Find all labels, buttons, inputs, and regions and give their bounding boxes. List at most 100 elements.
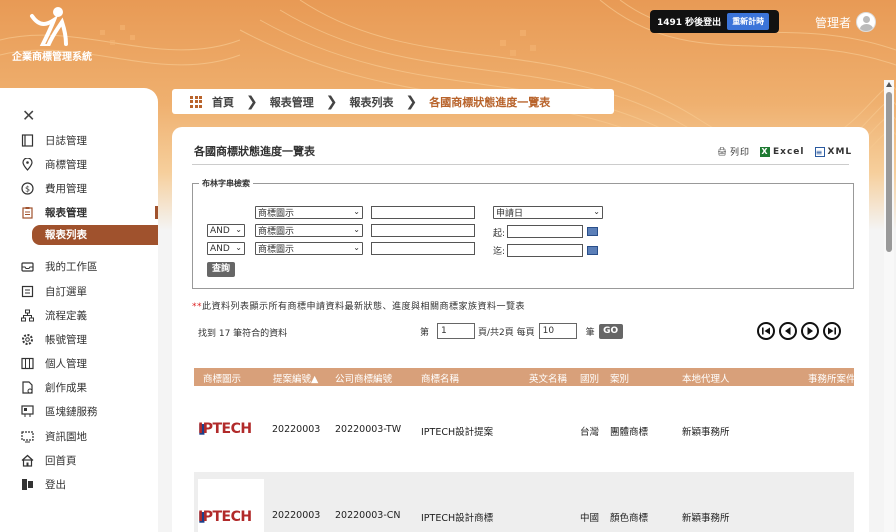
- cell-proposal-no: 20220003: [272, 424, 321, 435]
- column-company-no[interactable]: 公司商標編號: [335, 371, 392, 385]
- scroll-up-icon[interactable]: [886, 82, 892, 87]
- column-firm-case[interactable]: 事務所案件: [808, 371, 856, 385]
- renew-session-button[interactable]: 重新計時: [727, 13, 770, 30]
- user-menu[interactable]: 管理者: [815, 12, 877, 32]
- page-title: 各國商標狀態進度一覽表: [194, 145, 315, 158]
- pin-icon: [20, 157, 34, 171]
- keyword-input-2[interactable]: [371, 224, 475, 237]
- gear-icon: [20, 332, 34, 346]
- keyword-input-1[interactable]: [371, 206, 475, 219]
- sidebar-item-account[interactable]: 帳號管理: [0, 327, 158, 351]
- operator-select-3[interactable]: AND ⌄: [207, 242, 245, 255]
- apps-grid-icon: [190, 95, 202, 108]
- first-page-icon[interactable]: [757, 322, 775, 340]
- title-divider: [192, 164, 849, 165]
- cell-country: 中國: [580, 513, 600, 524]
- breadcrumb-report-management[interactable]: 報表管理: [270, 94, 314, 110]
- sidebar-item-label: 帳號管理: [45, 333, 87, 346]
- calendar-icon[interactable]: [587, 246, 598, 255]
- date-field-select[interactable]: 申請日 ⌄: [493, 206, 603, 219]
- breadcrumb-report-list[interactable]: 報表列表: [349, 94, 393, 110]
- sidebar-item-log[interactable]: 日誌管理: [0, 128, 158, 152]
- page-suffix: 頁/共2頁 每頁: [478, 327, 535, 338]
- chevron-down-icon: ⌄: [593, 207, 600, 216]
- logo-mark-icon: [30, 7, 68, 46]
- field-select-3-value: 商標圖示: [258, 245, 295, 255]
- sidebar-item-report[interactable]: 報表管理: [0, 201, 158, 225]
- excel-export-button[interactable]: X Excel: [760, 145, 804, 158]
- sidebar-item-logout[interactable]: 登出: [0, 472, 158, 496]
- previous-page-icon[interactable]: [779, 322, 797, 340]
- sidebar-item-fee[interactable]: $ 費用管理: [0, 176, 158, 200]
- sidebar-item-personal[interactable]: 個人管理: [0, 352, 158, 376]
- sidebar-subitem-report-list[interactable]: 報表列表: [32, 224, 158, 245]
- sidebar-item-home[interactable]: 回首頁: [0, 448, 158, 472]
- next-page-icon[interactable]: [801, 322, 819, 340]
- dollar-icon: $: [20, 181, 34, 195]
- date-from-input[interactable]: [507, 225, 583, 238]
- column-case-type[interactable]: 案別: [610, 371, 629, 385]
- cell-name[interactable]: IPTECH設計提案: [421, 424, 493, 438]
- home-icon: [20, 453, 34, 467]
- page-scrollbar[interactable]: [884, 80, 894, 532]
- last-page-icon[interactable]: [823, 322, 841, 340]
- logout-icon: [20, 478, 34, 492]
- table-row[interactable]: ▮ IPTECH 20220003 20220003-CN IPTECH設計商標 …: [194, 472, 854, 532]
- field-select-3[interactable]: 商標圖示 ⌄: [255, 242, 363, 255]
- calendar-icon[interactable]: [587, 227, 598, 236]
- sidebar-item-workspace[interactable]: 我的工作區: [0, 255, 158, 279]
- sidebar-item-label: 費用管理: [45, 182, 87, 195]
- table-header: 商標圖示 提案編號▲ 公司商標編號 商標名稱 英文名稱 國別 案別 本地代理人 …: [194, 368, 856, 386]
- date-to-input[interactable]: [507, 244, 583, 257]
- scrollbar-thumb[interactable]: [886, 92, 892, 252]
- column-agent[interactable]: 本地代理人: [682, 371, 730, 385]
- sidebar-item-label: 區塊鏈服務: [45, 406, 98, 419]
- query-button[interactable]: 查詢: [207, 262, 235, 277]
- report-panel: 各國商標狀態進度一覽表 🖨 列印 X Excel ≡ XML 布林字串檢索 商標…: [172, 127, 869, 532]
- sidebar: ✕ 日誌管理 商標管理 $ 費用管理 報表管理 報表列表 我的工作區 自訂選單 …: [0, 88, 158, 532]
- column-country[interactable]: 國別: [580, 371, 599, 385]
- sidebar-item-flow[interactable]: 流程定義: [0, 303, 158, 327]
- xml-export-button[interactable]: ≡ XML: [814, 145, 853, 158]
- keyword-input-3[interactable]: [371, 242, 475, 255]
- list-note: **此資料列表顯示所有商標申請資料最新狀態、進度與相關商標家族資料一覽表: [192, 299, 525, 312]
- column-logo[interactable]: 商標圖示: [203, 371, 241, 385]
- chevron-down-icon: ⌄: [353, 207, 360, 216]
- sidebar-item-creation[interactable]: 創作成果: [0, 376, 158, 400]
- page-number-input[interactable]: 1: [437, 323, 476, 339]
- sidebar-item-info[interactable]: 資訊園地: [0, 424, 158, 448]
- operator-select-2[interactable]: AND ⌄: [207, 224, 245, 237]
- field-select-1[interactable]: 商標圖示 ⌄: [255, 206, 363, 219]
- document-icon: [20, 381, 34, 395]
- user-name: 管理者: [815, 15, 852, 30]
- chevron-down-icon: ⌄: [353, 243, 360, 252]
- print-label: 列印: [730, 148, 751, 158]
- column-name[interactable]: 商標名稱: [421, 371, 459, 385]
- logo-text: 企業商標管理系統: [12, 52, 92, 63]
- per-page-input[interactable]: 10: [538, 323, 577, 339]
- boolean-search-box: 布林字串檢索 商標圖示 ⌄ 申請日 ⌄ AND ⌄ 商標圖示 ⌄ 起: AND …: [192, 178, 854, 289]
- per-page-suffix: 筆: [585, 327, 595, 338]
- column-english-name[interactable]: 英文名稱: [529, 371, 567, 385]
- sidebar-item-blockchain[interactable]: 區塊鏈服務: [0, 400, 158, 424]
- cell-country: 台灣: [580, 427, 600, 438]
- cell-company-no: 20220003-CN: [335, 510, 401, 521]
- chevron-right-icon: ❯: [246, 93, 258, 110]
- date-field-select-value: 申請日: [496, 209, 524, 219]
- avatar[interactable]: [856, 12, 877, 32]
- field-select-2[interactable]: 商標圖示 ⌄: [255, 224, 363, 237]
- breadcrumb-home[interactable]: 首頁: [212, 94, 234, 110]
- result-count: 找到 17 筆符合的資料: [198, 329, 288, 339]
- cell-agent: 新穎事務所: [682, 427, 730, 438]
- table-row[interactable]: ▮ IPTECH 20220003 20220003-TW IPTECH設計提案 …: [194, 386, 854, 472]
- sidebar-item-trademark[interactable]: 商標管理: [0, 152, 158, 176]
- print-button[interactable]: 🖨 列印: [717, 145, 751, 159]
- sidebar-item-label: 自訂選單: [45, 285, 87, 298]
- sidebar-item-custom-menu[interactable]: 自訂選單: [0, 279, 158, 303]
- sidebar-item-label: 商標管理: [45, 158, 87, 171]
- cell-name[interactable]: IPTECH設計商標: [421, 510, 493, 524]
- close-icon[interactable]: ✕: [22, 106, 35, 125]
- column-proposal-no[interactable]: 提案編號▲: [273, 371, 318, 385]
- go-button[interactable]: GO: [598, 323, 623, 339]
- logo[interactable]: 企業商標管理系統: [12, 6, 102, 64]
